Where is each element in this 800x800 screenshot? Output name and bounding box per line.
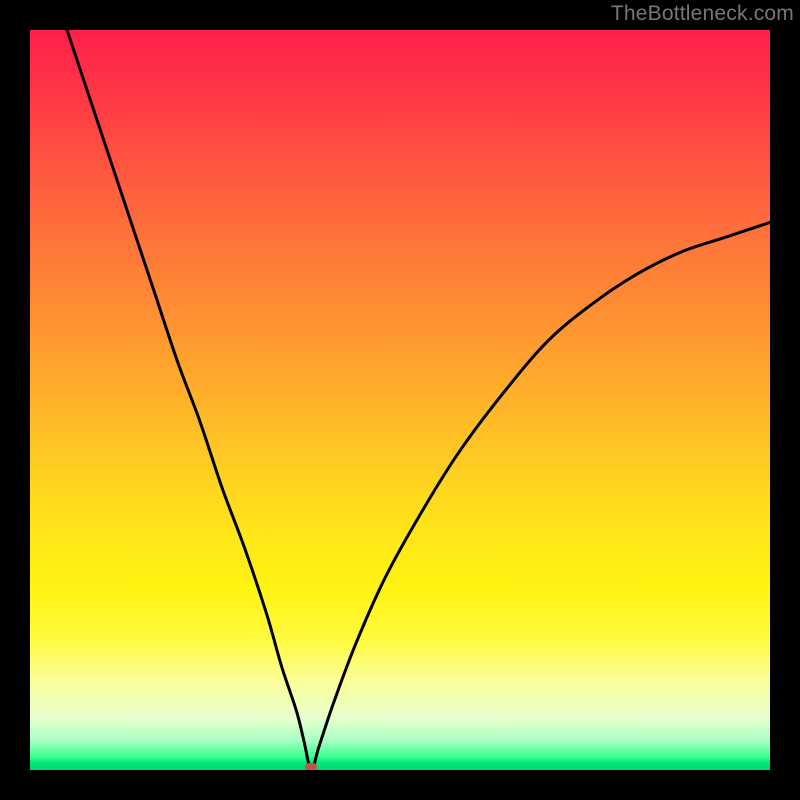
watermark-text: TheBottleneck.com (611, 2, 794, 26)
chart-frame: TheBottleneck.com (0, 0, 800, 800)
plot-area (30, 30, 770, 770)
bottleneck-curve-path (67, 30, 770, 770)
curve-svg (30, 30, 770, 770)
minimum-marker (305, 763, 317, 770)
